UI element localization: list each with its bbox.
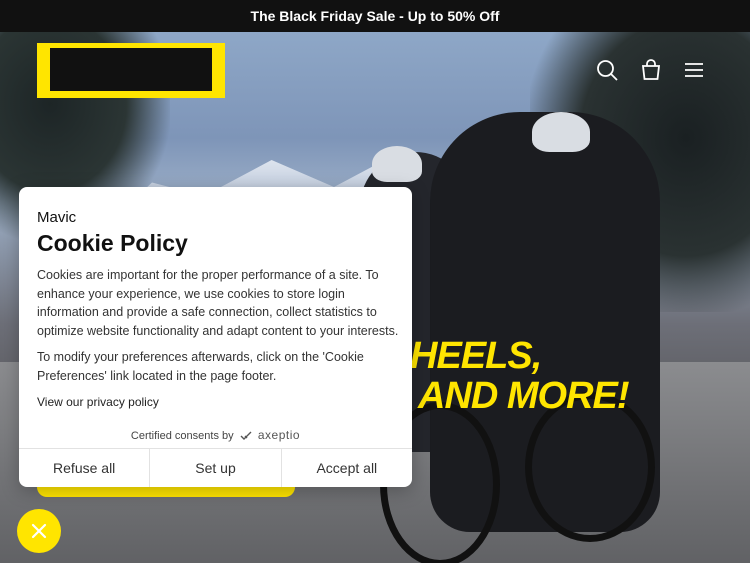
certified-label: Certified consents by: [130, 430, 234, 442]
modal-preferences-note: To modify your preferences afterwards, c…: [37, 350, 364, 383]
helmet-back: [372, 146, 422, 182]
close-icon: [31, 523, 47, 539]
axeptio-logo-icon: [237, 430, 255, 442]
search-button[interactable]: [595, 58, 619, 82]
modal-description: Cookies are important for the proper per…: [37, 268, 399, 338]
cookie-modal: Mavic Cookie Policy Cookies are importan…: [19, 187, 412, 487]
announcement-bar: The Black Friday Sale - Up to 50% Off: [0, 0, 750, 32]
search-icon: [597, 60, 618, 81]
menu-icon: [685, 63, 703, 77]
set-up-button[interactable]: Set up: [150, 449, 282, 487]
modal-brand: Mavic: [37, 209, 77, 226]
accept-all-button[interactable]: Accept all: [282, 449, 412, 487]
refuse-all-button[interactable]: Refuse all: [19, 449, 151, 487]
certified-consents: Certified consents by axeptio: [19, 428, 412, 442]
axeptio-brand: axeptio: [257, 428, 301, 442]
modal-title: Cookie Policy: [37, 230, 188, 256]
logo-mark: [50, 48, 212, 91]
hero-headline-line2: AND MORE!: [418, 375, 630, 417]
modal-button-row: Refuse all Set up Accept all: [19, 448, 412, 487]
cart-button[interactable]: [639, 58, 663, 82]
privacy-policy-link[interactable]: View our privacy policy: [37, 395, 159, 409]
menu-button[interactable]: [682, 58, 706, 82]
logo[interactable]: [37, 43, 225, 98]
announcement-text: The Black Friday Sale - Up to 50% Off: [250, 8, 500, 24]
cart-icon: [641, 59, 661, 80]
hero-headline-line1: HEELS,: [410, 335, 542, 377]
floating-close-button[interactable]: [17, 509, 61, 553]
helmet-front: [532, 112, 590, 152]
